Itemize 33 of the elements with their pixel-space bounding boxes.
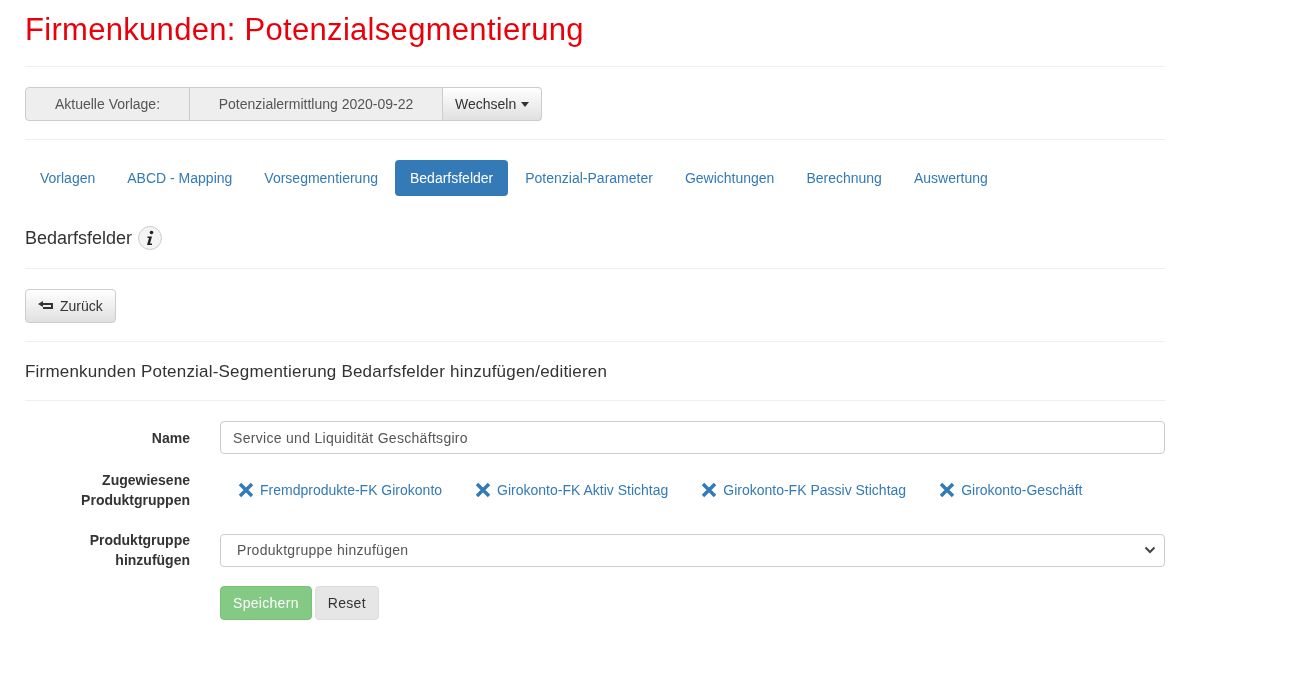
- remove-icon[interactable]: [238, 482, 254, 498]
- switch-dropdown-button[interactable]: Wechseln: [443, 87, 543, 121]
- template-value: Potenzialermittlung 2020-09-22: [190, 87, 443, 121]
- nav-tab[interactable]: Berechnung: [791, 160, 897, 196]
- template-label: Aktuelle Vorlage:: [25, 87, 190, 121]
- field-label: Name: [150, 428, 190, 448]
- nav-tab[interactable]: Vorsegmentierung: [249, 160, 393, 196]
- form-heading: Firmenkunden Potenzial-Segmentierung Bedarfsfelder hinzufügen/editieren: [25, 362, 609, 382]
- product-group-select[interactable]: Produktgruppe hinzufügen: [220, 533, 1165, 567]
- field-label: Zugewiesene Produktgruppen: [80, 471, 190, 510]
- product-group-link[interactable]: Girokonto-FK Passiv Stichtag: [723, 482, 907, 498]
- return-icon: [38, 301, 53, 311]
- nav-tab[interactable]: Gewichtungen: [669, 160, 790, 196]
- reset-button[interactable]: Reset: [314, 586, 379, 620]
- nav-tab[interactable]: Vorlagen: [25, 160, 111, 196]
- product-group-link[interactable]: Fremdprodukte-FK Girokonto: [260, 482, 443, 498]
- caret-icon: [521, 101, 530, 107]
- nav-tab[interactable]: ABCD - Mapping: [112, 160, 248, 196]
- nav-tab[interactable]: Potenzial-Parameter: [510, 160, 668, 196]
- page-title: Firmenkunden: Potenzialsegmentierung: [25, 12, 585, 48]
- remove-icon[interactable]: [701, 482, 718, 498]
- section-heading: Bedarfsfelder: [25, 227, 133, 249]
- product-group-link[interactable]: Girokonto-Geschäft: [961, 482, 1083, 498]
- chevron-icon: [1144, 546, 1156, 554]
- nav-tab[interactable]: Bedarfsfelder: [394, 160, 509, 196]
- remove-icon[interactable]: [475, 482, 492, 498]
- back-button[interactable]: Zurück: [25, 289, 116, 323]
- nav-tab[interactable]: Auswertung: [898, 160, 1003, 196]
- product-group-link[interactable]: Girokonto-FK Aktiv Stichtag: [497, 482, 669, 498]
- name-input-field[interactable]: Service und Liquidität Geschäftsgiro: [220, 421, 1165, 454]
- info-icon[interactable]: [138, 226, 163, 250]
- remove-icon[interactable]: [939, 482, 956, 498]
- field-label: Produktgruppe hinzufügen: [88, 531, 190, 570]
